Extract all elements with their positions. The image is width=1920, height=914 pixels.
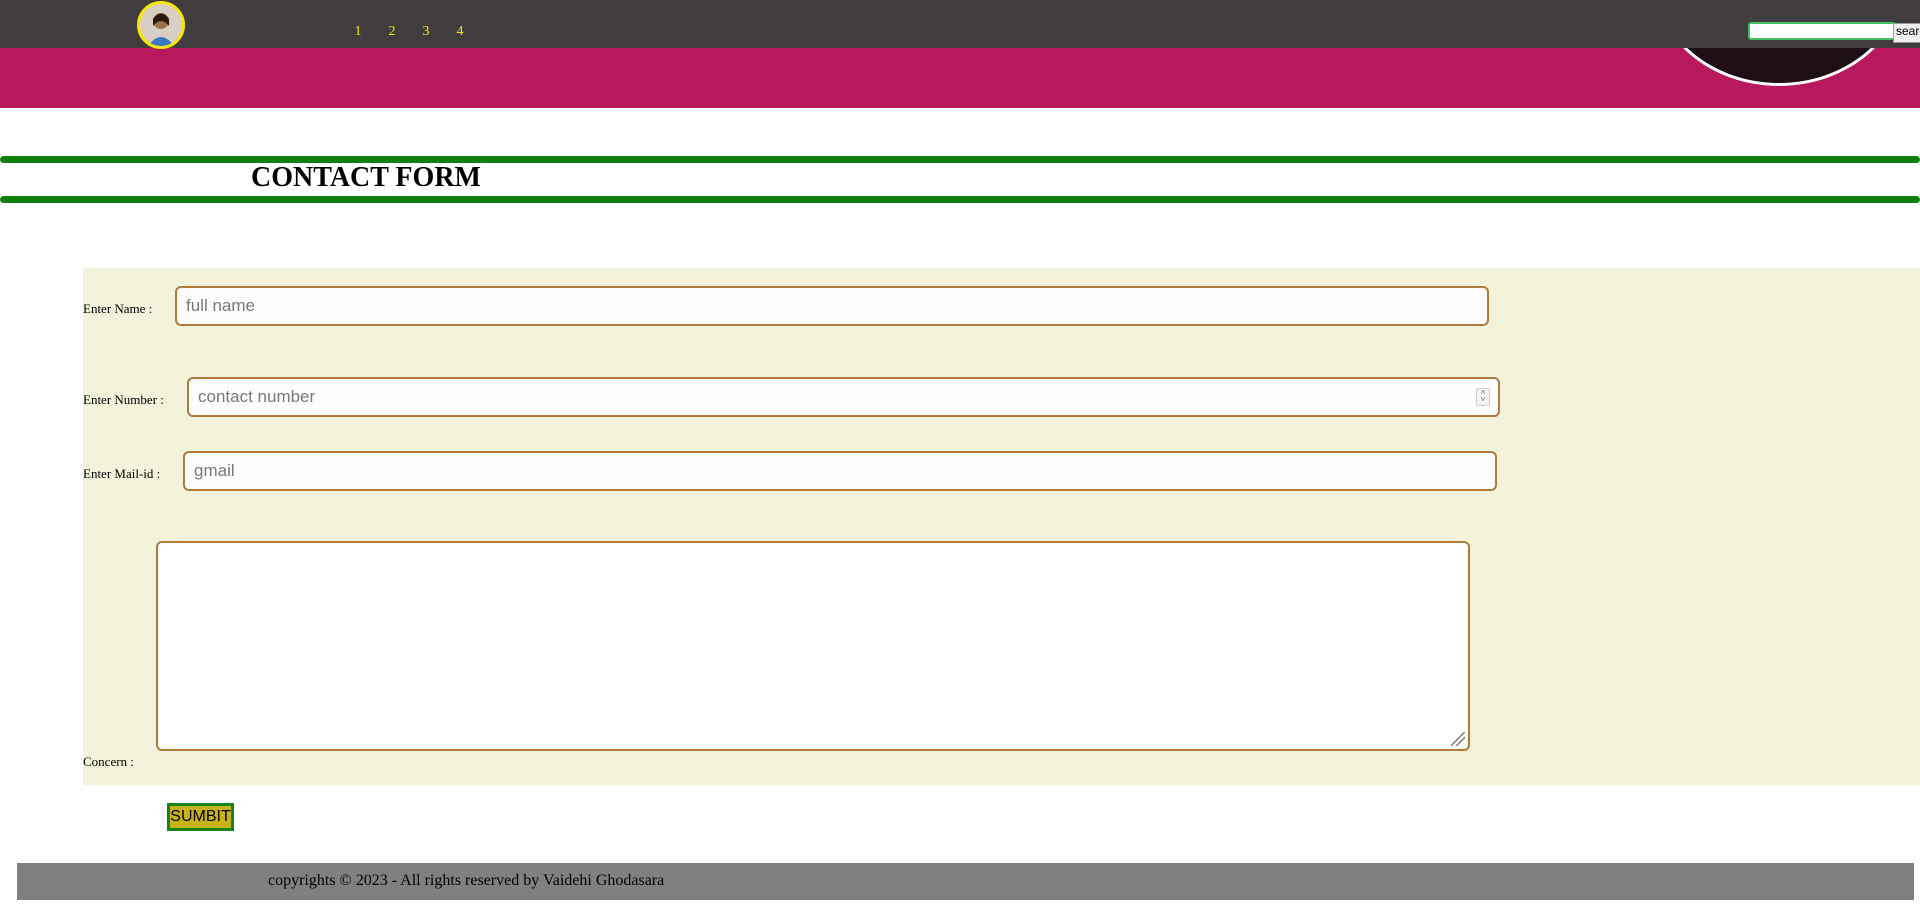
title-divider-bottom <box>0 196 1920 203</box>
mail-field[interactable]: gmail <box>183 451 1497 491</box>
nav-link-2[interactable]: 2 <box>375 24 409 40</box>
number-field[interactable]: contact number ˄ ˅ <box>187 377 1500 417</box>
number-placeholder: contact number <box>198 387 316 406</box>
name-placeholder: full name <box>186 296 255 315</box>
nav-link-3[interactable]: 3 <box>409 24 443 40</box>
mail-placeholder: gmail <box>194 461 235 480</box>
nav-link-1[interactable]: 1 <box>341 24 375 40</box>
submit-button[interactable]: SUMBIT <box>167 803 234 831</box>
footer-copyright: copyrights © 2023 - All rights reserved … <box>268 872 665 889</box>
page-title: CONTACT FORM <box>251 162 481 193</box>
concern-textarea[interactable] <box>156 541 1470 751</box>
name-label: Enter Name : <box>83 301 153 316</box>
name-field[interactable]: full name <box>175 286 1489 326</box>
spinner-arrows-icon[interactable]: ˄ ˅ <box>1476 388 1490 406</box>
mail-label: Enter Mail-id : <box>83 466 161 481</box>
avatar[interactable] <box>137 1 185 49</box>
resize-grip-icon[interactable] <box>1451 732 1465 746</box>
search-button[interactable]: searc <box>1893 23 1920 43</box>
navbar: 1 2 3 4 searc <box>0 0 1920 49</box>
search-input[interactable] <box>1748 22 1896 40</box>
footer: copyrights © 2023 - All rights reserved … <box>17 863 1914 900</box>
concern-label: Concern : <box>83 754 134 769</box>
nav-link-4[interactable]: 4 <box>443 24 477 40</box>
nav-links: 1 2 3 4 <box>341 24 477 40</box>
number-label: Enter Number : <box>83 392 164 407</box>
